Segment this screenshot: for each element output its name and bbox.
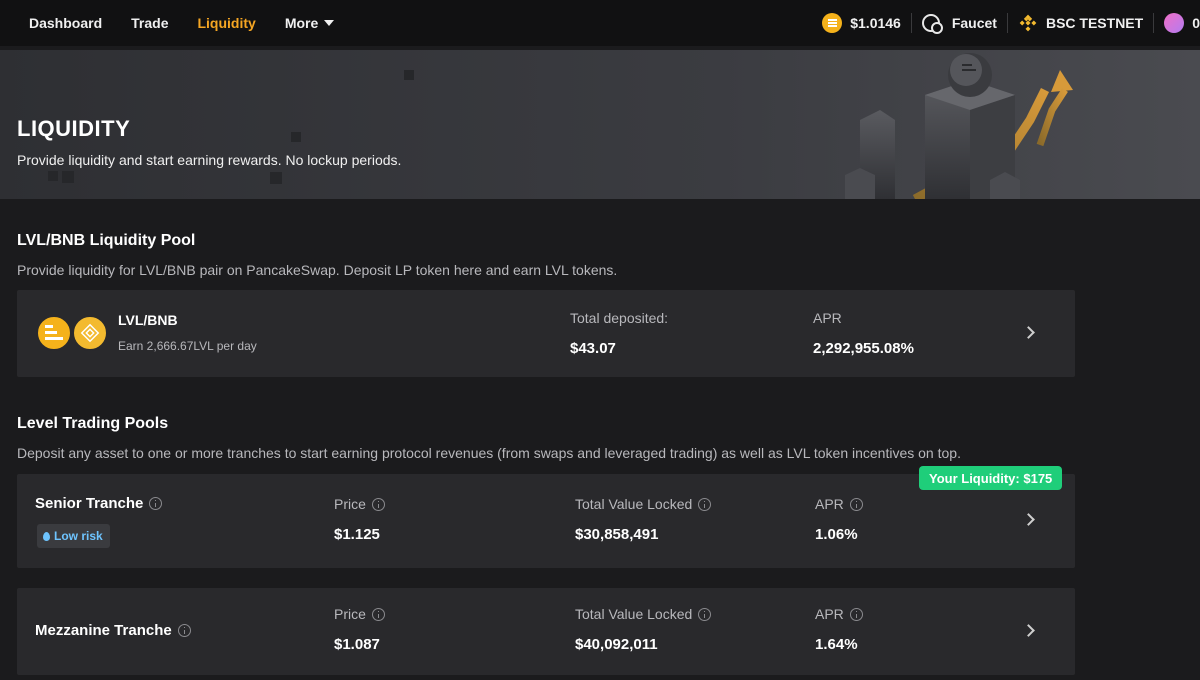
your-liquidity-badge: Your Liquidity: $175 [919, 466, 1063, 490]
network-button[interactable]: BSC TESTNET [1018, 0, 1143, 46]
bnb-icon [1019, 14, 1037, 32]
risk-badge: Low risk [37, 524, 110, 548]
tranche-name-label: Mezzanine Tranche [35, 622, 172, 639]
decor-square [48, 171, 58, 181]
apr-value: 1.06% [815, 526, 858, 543]
lp-pool-card[interactable]: LVL/BNB Earn 2,666.67LVL per day Total d… [17, 290, 1075, 377]
nav-liquidity[interactable]: Liquidity [197, 15, 255, 31]
apr-value: 2,292,955.08% [813, 340, 914, 357]
apr-label-text: APR [815, 496, 844, 512]
price-value: $1.125 [334, 526, 380, 543]
info-icon[interactable] [849, 497, 863, 511]
decor-square [404, 70, 414, 80]
decor-square [62, 171, 74, 183]
total-deposited-value: $43.07 [570, 340, 616, 357]
nav-more[interactable]: More [284, 15, 335, 31]
apr-label: APR [815, 496, 863, 512]
account-address: 0 [1192, 15, 1200, 31]
senior-tranche-card[interactable]: Senior Tranche Low risk Price $1.125 Tot… [17, 474, 1075, 568]
risk-label: Low risk [54, 529, 103, 543]
trading-section-title: Level Trading Pools [17, 415, 169, 432]
info-icon[interactable] [371, 497, 385, 511]
bnb-token-icon [72, 315, 108, 351]
network-label: BSC TESTNET [1045, 15, 1144, 31]
info-icon[interactable] [698, 607, 712, 621]
pool-token-icons [36, 315, 111, 351]
chevron-right-icon [1022, 326, 1035, 339]
tvl-label: Total Value Locked [575, 496, 712, 512]
chevron-right-icon [1022, 513, 1035, 526]
tvl-label: Total Value Locked [575, 606, 712, 622]
hero-illustration [845, 53, 1073, 199]
page-title: LIQUIDITY [17, 116, 131, 141]
nav-trade[interactable]: Trade [131, 15, 168, 31]
lvl-price-value: $1.0146 [850, 15, 901, 31]
mezzanine-tranche-card[interactable]: Mezzanine Tranche Price $1.087 Total Val… [17, 588, 1075, 675]
lvl-token-icon [36, 315, 72, 351]
tranche-name: Mezzanine Tranche [35, 622, 191, 639]
tvl-value: $30,858,491 [575, 526, 659, 543]
faucet-icon [921, 14, 943, 34]
nav-divider [910, 13, 912, 33]
info-icon[interactable] [371, 607, 385, 621]
lp-section-title: LVL/BNB Liquidity Pool [17, 232, 196, 249]
lvl-token-icon [822, 13, 843, 33]
top-nav: Dashboard Trade Liquidity More $1.0146 F… [0, 0, 1200, 46]
price-label-text: Price [334, 606, 366, 622]
price-value: $1.087 [334, 636, 380, 653]
info-icon[interactable] [149, 497, 163, 510]
tvl-label-text: Total Value Locked [575, 496, 693, 512]
price-label-text: Price [334, 496, 366, 512]
pool-earn-rate: Earn 2,666.67LVL per day [118, 339, 257, 353]
water-drop-icon [43, 531, 50, 541]
apr-label-text: APR [815, 606, 844, 622]
tranche-name: Senior Tranche [35, 495, 163, 512]
apr-label: APR [813, 310, 842, 326]
info-icon[interactable] [177, 624, 191, 637]
info-icon[interactable] [698, 497, 712, 511]
page-subtitle: Provide liquidity and start earning rewa… [17, 152, 402, 168]
nav-more-label: More [284, 15, 319, 31]
price-label: Price [334, 606, 385, 622]
decor-square [270, 172, 282, 184]
chevron-right-icon [1022, 624, 1035, 637]
nav-divider [1006, 13, 1008, 33]
nav-dashboard[interactable]: Dashboard [29, 15, 102, 31]
apr-value: 1.64% [815, 636, 858, 653]
faucet-button[interactable]: Faucet [921, 0, 997, 46]
decor-square [291, 132, 301, 142]
total-deposited-label: Total deposited: [570, 310, 669, 326]
lvl-price: $1.0146 [822, 0, 901, 46]
account-button[interactable]: 0 [1164, 0, 1200, 46]
chevron-down-icon [324, 20, 335, 26]
pool-name: LVL/BNB [118, 312, 178, 328]
info-icon[interactable] [849, 607, 863, 621]
tvl-label-text: Total Value Locked [575, 606, 693, 622]
hero-banner: LIQUIDITY Provide liquidity and start ea… [0, 50, 1200, 199]
avatar [1164, 13, 1185, 33]
faucet-label: Faucet [951, 15, 997, 31]
nav-divider [1153, 13, 1155, 33]
nav-right: $1.0146 Faucet BSC TESTNET 0 [822, 0, 1200, 46]
tvl-value: $40,092,011 [575, 636, 658, 653]
lp-section-description: Provide liquidity for LVL/BNB pair on Pa… [17, 262, 618, 278]
tranche-name-label: Senior Tranche [35, 495, 144, 512]
trading-section-description: Deposit any asset to one or more tranche… [17, 445, 961, 461]
price-label: Price [334, 496, 385, 512]
apr-label: APR [815, 606, 863, 622]
